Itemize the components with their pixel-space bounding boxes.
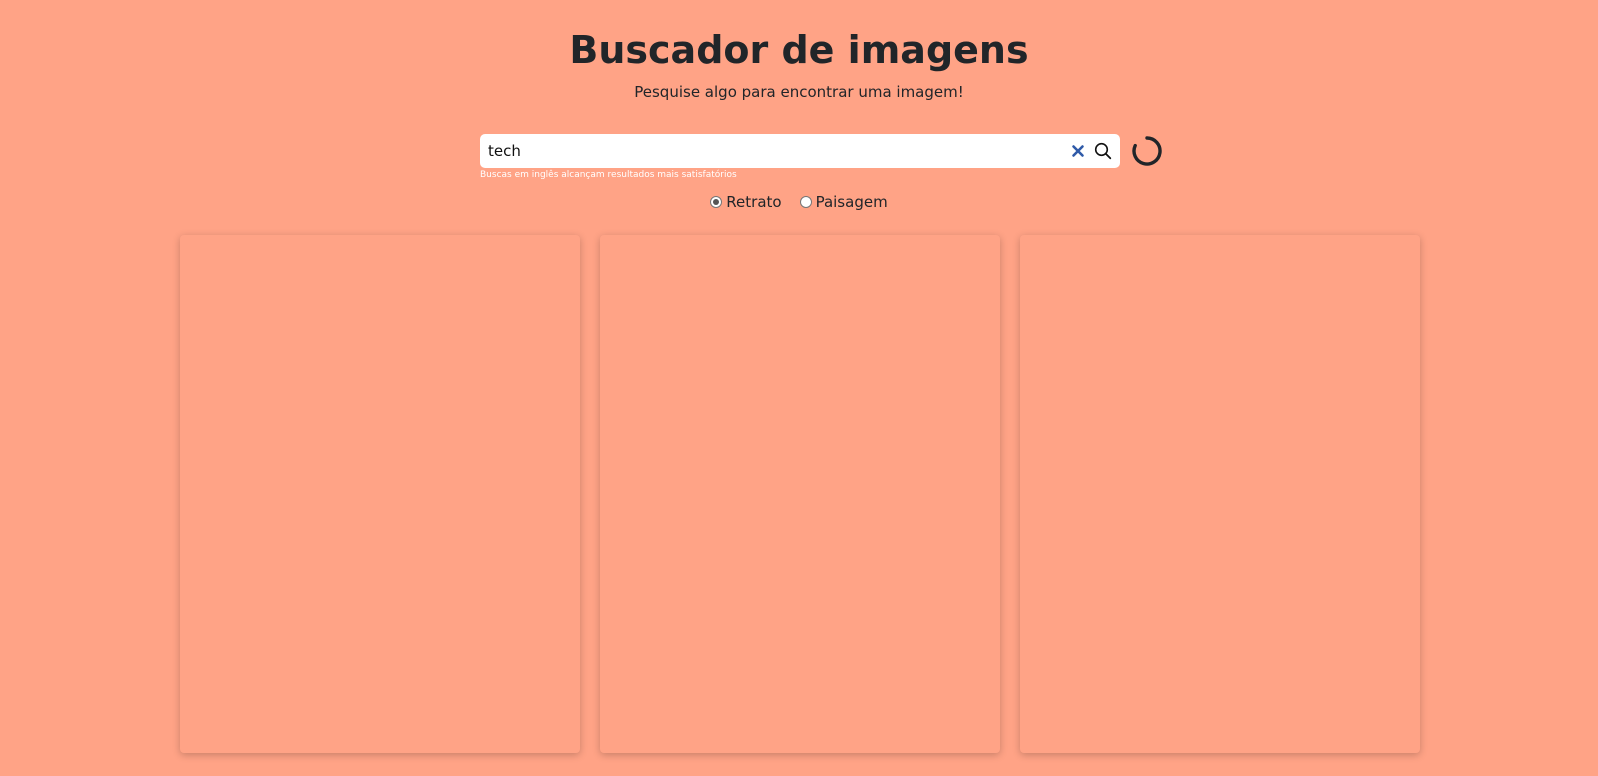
page: Buscador de imagens Pesquise algo para e…: [0, 0, 1598, 776]
search-bar: [480, 134, 1120, 168]
image-card[interactable]: [1020, 235, 1420, 753]
page-subtitle: Pesquise algo para encontrar uma imagem!: [634, 83, 964, 101]
search-input[interactable]: [480, 134, 1050, 168]
radio-checked-icon[interactable]: [710, 196, 723, 208]
image-card[interactable]: [600, 235, 1000, 753]
search-hint: Buscas em inglês alcançam resultados mai…: [480, 170, 737, 180]
radio-retrato-label: Retrato: [726, 193, 782, 211]
close-icon[interactable]: [1068, 141, 1088, 161]
radio-paisagem[interactable]: Paisagem: [799, 192, 888, 212]
spinner-icon: [1131, 135, 1163, 167]
radio-paisagem-label: Paisagem: [815, 193, 888, 211]
radio-unchecked-icon[interactable]: [799, 196, 812, 208]
results-grid: [180, 235, 1420, 753]
orientation-options: Retrato Paisagem: [0, 192, 1598, 212]
page-title: Buscador de imagens: [569, 28, 1029, 72]
image-card[interactable]: [180, 235, 580, 753]
radio-retrato[interactable]: Retrato: [710, 192, 782, 212]
search-icon[interactable]: [1093, 141, 1113, 161]
